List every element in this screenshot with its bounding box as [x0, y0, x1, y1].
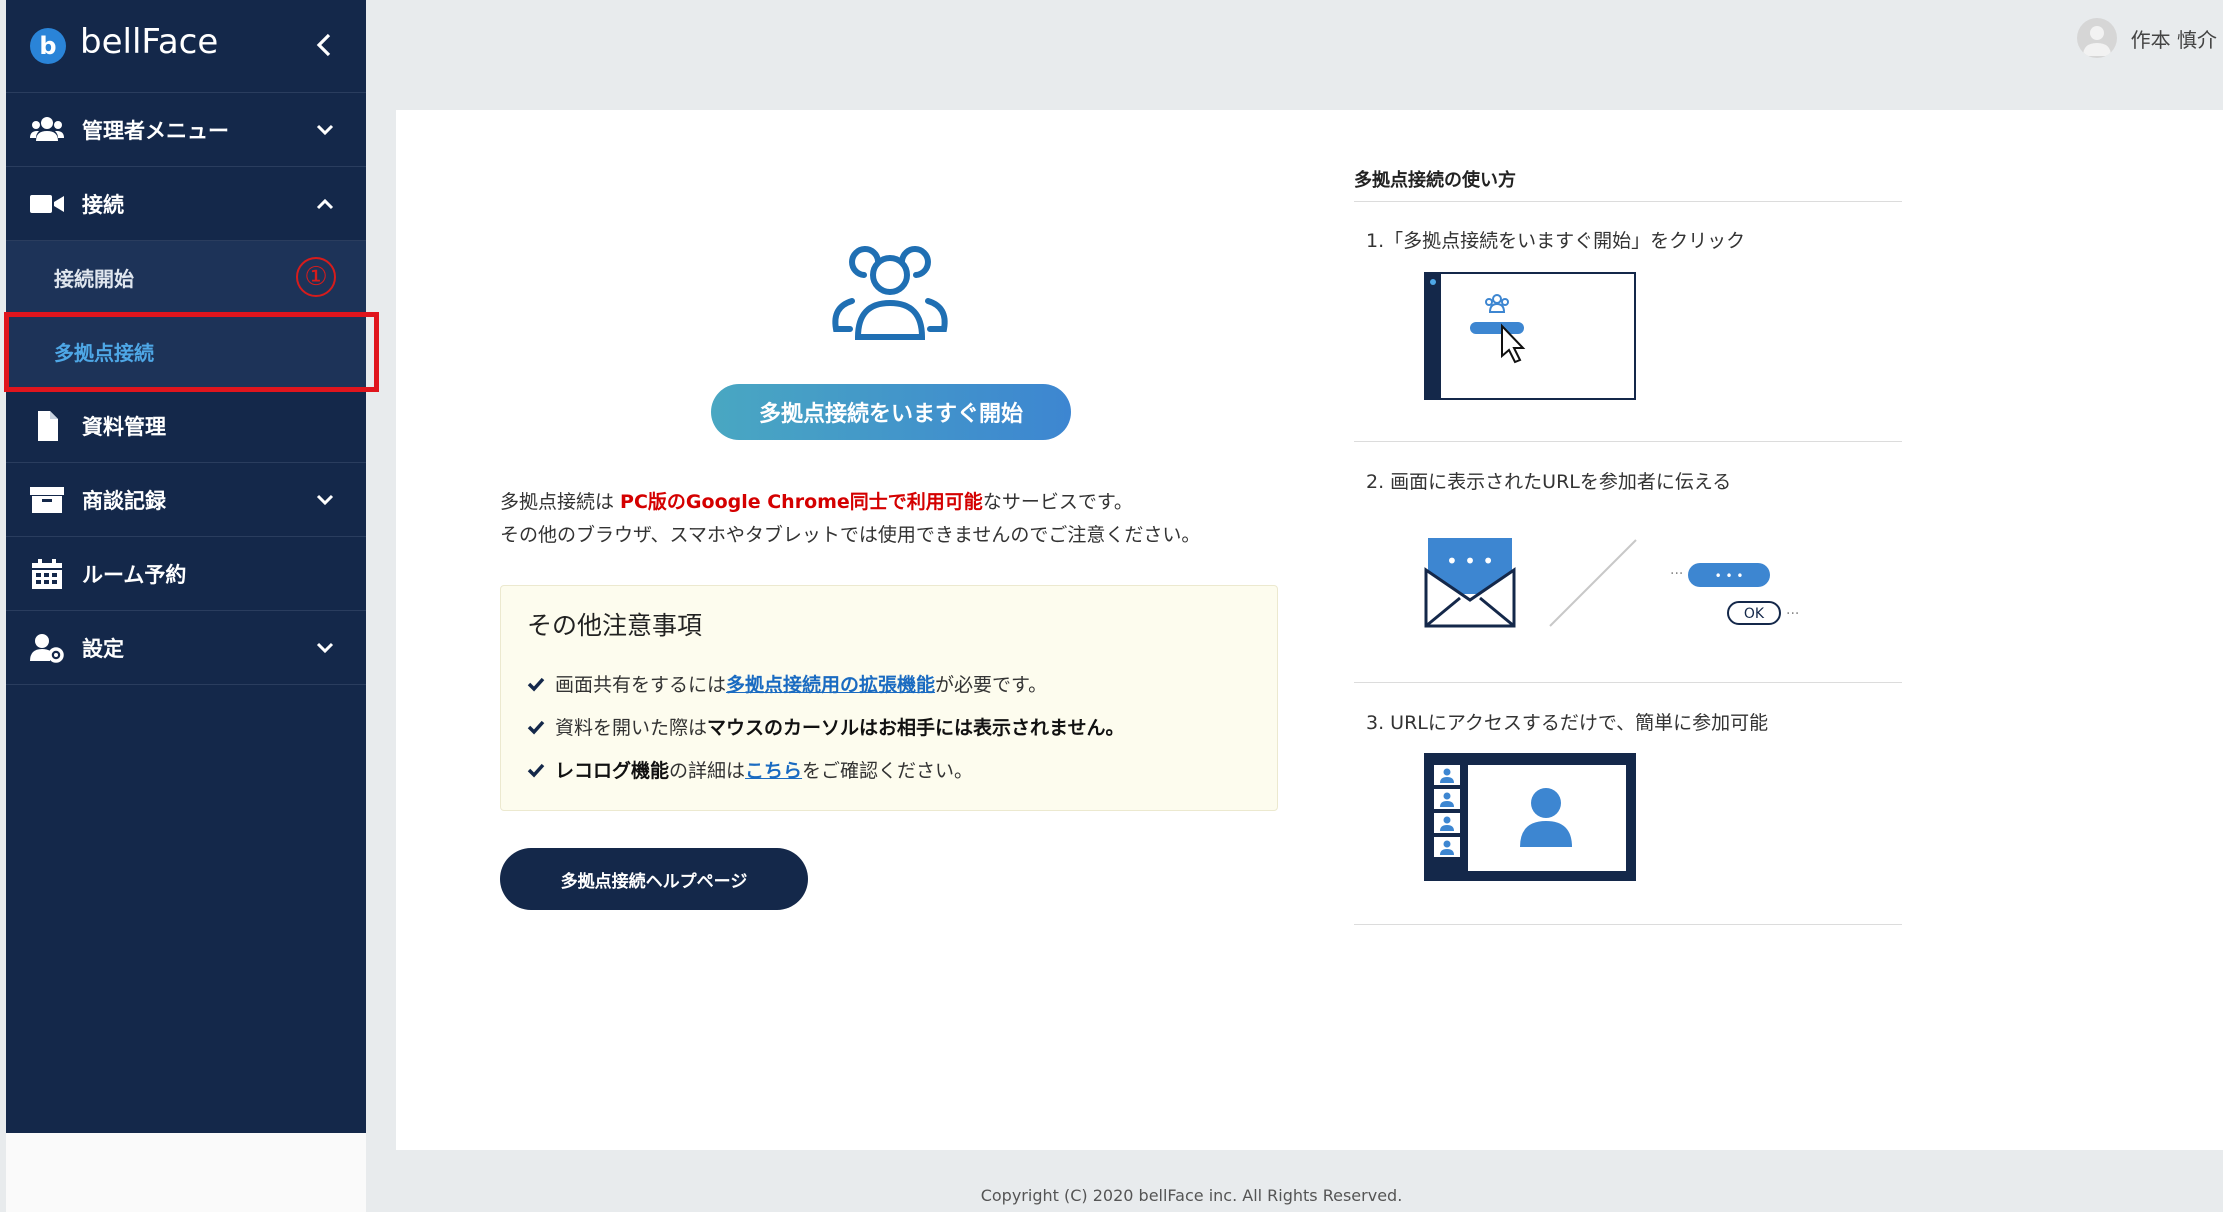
user-gear-icon [30, 634, 64, 663]
other-notes-box: その他注意事項 画面共有をするには 多拠点接続用の拡張機能 が必要です。 資料を開い… [500, 585, 1278, 811]
group-users-icon [832, 246, 948, 340]
divider [1354, 441, 1902, 442]
note-bold-text: レコログ機能 [555, 760, 670, 782]
sidebar-subitem-start-connection[interactable]: 接続開始 ① [6, 241, 366, 315]
availability-notice: 多拠点接続は PC版のGoogle Chrome同士で利用可能なサービスです。 … [500, 486, 1200, 552]
note-item: レコログ機能 の詳細は こちら をご確認ください。 [527, 756, 973, 783]
sidebar: b bellFace 管理者メニュー 接続 接続開始 ① 多拠点接続 資料管理 … [6, 0, 366, 1133]
highlight-annotation-box [4, 312, 379, 392]
user-name: 作本 慎介 [2130, 27, 2217, 52]
archive-box-icon [30, 487, 64, 513]
sidebar-item-label: 資料管理 [82, 414, 166, 439]
check-icon [527, 677, 545, 692]
ellipsis-text: ··· [1670, 566, 1683, 582]
sidebar-item-connection[interactable]: 接続 [6, 167, 366, 241]
notice-suffix: なサービスです。 [982, 491, 1133, 513]
user-silhouette-icon [2082, 26, 2111, 56]
video-camera-icon [30, 195, 64, 213]
sidebar-item-label: 管理者メニュー [82, 118, 229, 143]
chat-bubbles-illustration: ··· • • • OK ··· [1670, 563, 1799, 625]
sidebar-item-room-reservation[interactable]: ルーム予約 [6, 537, 366, 611]
chevron-down-icon [316, 124, 334, 136]
chevron-down-icon [316, 494, 334, 506]
guide-title: 多拠点接続の使い方 [1354, 170, 1516, 191]
main-content: 多拠点接続をいますぐ開始 多拠点接続は PC版のGoogle Chrome同士で… [396, 110, 2223, 1150]
envelope-dots: • • • [1446, 549, 1494, 573]
ok-label: OK [1744, 606, 1765, 622]
note-text: 資料を開いた際は [555, 717, 708, 739]
sidebar-subitem-label: 接続開始 [54, 267, 134, 291]
check-icon [527, 763, 545, 778]
chevron-up-icon [316, 198, 334, 210]
brand[interactable]: b bellFace [6, 0, 366, 93]
help-page-button[interactable]: 多拠点接続ヘルプページ [500, 848, 808, 910]
copyright: Copyright (C) 2020 bellFace inc. All Rig… [980, 1186, 1403, 1205]
notice-highlight: PC版のGoogle Chrome同士で利用可能 [620, 491, 983, 513]
ellipsis-text: ··· [1786, 606, 1799, 622]
video-call-illustration [1424, 753, 1636, 881]
note-text: をご確認ください。 [802, 760, 974, 782]
user-menu[interactable]: 作本 慎介 [2076, 16, 2223, 60]
envelope-icon: • • • [1424, 538, 1516, 628]
start-multi-connection-button[interactable]: 多拠点接続をいますぐ開始 [711, 384, 1071, 440]
guide-step-2-text: 2. 画面に表示されたURLを参加者に伝える [1366, 471, 1732, 493]
chevron-down-icon [316, 642, 334, 654]
notes-title: その他注意事項 [527, 611, 703, 640]
check-icon [527, 720, 545, 735]
note-item: 資料を開いた際は マウスのカーソルはお相手には表示されません。 [527, 713, 1124, 740]
note-bold-text: マウスのカーソルはお相手には表示されません。 [707, 717, 1125, 739]
document-icon [38, 411, 58, 441]
brand-name: bellFace [80, 22, 219, 62]
usage-guide: 多拠点接続の使い方 1.「多拠点接続をいますぐ開始」をクリック 2. 画面に表示… [1354, 110, 1902, 930]
sidebar-item-label: ルーム予約 [82, 562, 187, 587]
note-text: の詳細は [669, 760, 746, 782]
click-start-illustration [1424, 272, 1636, 400]
sidebar-item-meeting-records[interactable]: 商談記録 [6, 463, 366, 537]
sidebar-item-label: 設定 [82, 636, 124, 661]
sidebar-item-documents[interactable]: 資料管理 [6, 389, 366, 463]
calendar-icon [32, 559, 62, 589]
extension-link[interactable]: 多拠点接続用の拡張機能 [726, 670, 935, 697]
notice-line2: その他のブラウザ、スマホやタブレットでは使用できませんのでご注意ください。 [500, 524, 1201, 546]
divider-slash [1549, 539, 1637, 627]
avatar [2076, 18, 2117, 58]
details-link[interactable]: こちら [745, 756, 802, 783]
sidebar-item-label: 商談記録 [82, 488, 166, 513]
users-icon [30, 117, 64, 141]
divider [1354, 201, 1902, 202]
notice-prefix: 多拠点接続は [500, 491, 621, 513]
note-text: 画面共有をするには [555, 674, 727, 696]
sidebar-item-settings[interactable]: 設定 [6, 611, 366, 685]
step-marker: ① [296, 257, 336, 297]
divider [1354, 682, 1902, 683]
bellface-logo-icon: b [30, 28, 66, 64]
divider [1354, 924, 1902, 925]
collapse-sidebar-icon[interactable] [312, 30, 336, 60]
sidebar-item-admin-menu[interactable]: 管理者メニュー [6, 93, 366, 167]
note-item: 画面共有をするには 多拠点接続用の拡張機能 が必要です。 [527, 670, 1047, 697]
guide-step-3-text: 3. URLにアクセスするだけで、簡単に参加可能 [1366, 712, 1769, 734]
bubble-dots: • • • [1715, 569, 1744, 583]
guide-step-1-text: 1.「多拠点接続をいますぐ開始」をクリック [1366, 230, 1746, 252]
sidebar-item-label: 接続 [82, 192, 124, 217]
note-text: が必要です。 [935, 674, 1048, 696]
